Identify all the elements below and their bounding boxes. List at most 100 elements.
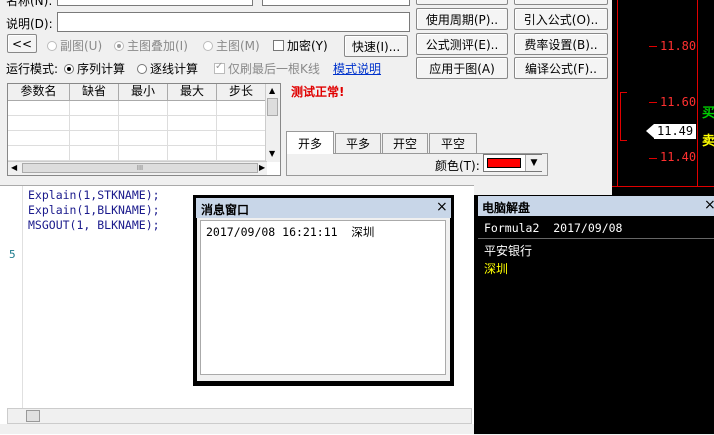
tab-close-long[interactable]: 平多 <box>335 133 381 153</box>
type-input[interactable] <box>262 0 410 6</box>
color-label: 颜色(T): <box>435 159 480 173</box>
table-row[interactable] <box>8 116 280 131</box>
price-chart[interactable]: 11.80 11.60 11.49 11.40 买 卖 <box>612 0 714 195</box>
name-input[interactable] <box>57 0 253 6</box>
overlay-radio-label: 主图叠加(I) <box>127 39 188 53</box>
formula-test-button[interactable]: 公式测评(E).. <box>416 33 508 55</box>
price-label-1160: 11.60 <box>660 95 697 109</box>
quick-button[interactable]: 快速(I)... <box>344 35 408 57</box>
param-col-name: 参数名 <box>8 84 70 100</box>
top-button-right[interactable] <box>514 0 608 5</box>
top-button-left[interactable] <box>416 0 508 5</box>
last-only-label: 仅刷最后一根K线 <box>228 62 320 76</box>
param-table[interactable]: 参数名 缺省 最小 最大 步长 ▲ ▼ ◀ III ▶ <box>7 83 281 176</box>
param-col-min: 最小 <box>119 84 168 100</box>
param-table-vscroll[interactable]: ▲ ▼ <box>265 84 280 162</box>
message-window[interactable]: 消息窗口 × 2017/09/08 16:21:11 深圳 <box>193 195 454 386</box>
code-line-2: Explain(1,BLKNAME); <box>28 203 160 217</box>
encrypt-checkbox-label: 加密(Y) <box>287 39 328 53</box>
computer-panel-titlebar[interactable]: 电脑解盘 × <box>478 196 714 216</box>
code-line-3: MSGOUT(1, BLKNAME); <box>28 218 160 232</box>
close-icon[interactable]: × <box>436 199 448 215</box>
editor-hscroll-thumb[interactable] <box>26 410 40 422</box>
run-mode-label: 运行模式: <box>6 62 59 76</box>
last-only-checkbox-box <box>214 61 225 74</box>
color-swatch <box>487 158 521 168</box>
price-tick-1 <box>649 46 657 47</box>
computer-panel-header-line: Formula2 2017/09/08 <box>484 221 623 235</box>
vscroll-up-arrow-icon[interactable]: ▲ <box>269 86 275 95</box>
series-calc-radio[interactable]: 序列计算 <box>64 60 125 77</box>
mode-help-link[interactable]: 模式说明 <box>333 60 381 77</box>
current-price-tag: 11.49 <box>654 124 696 139</box>
editor-hscroll[interactable] <box>7 408 472 424</box>
price-tick-2 <box>649 102 657 103</box>
name-label: 名称(N): <box>6 0 53 8</box>
subchart-radio-label: 副图(U) <box>60 39 103 53</box>
price-label-1180: 11.80 <box>660 39 697 53</box>
table-row[interactable] <box>8 131 280 146</box>
table-row[interactable] <box>8 146 280 161</box>
apply-to-chart-button[interactable]: 应用于图(A) <box>416 57 508 79</box>
message-window-title: 消息窗口 <box>201 203 250 217</box>
mainchart-radio[interactable]: 主图(M) <box>203 37 260 54</box>
edit-formula-button[interactable]: 编译公式(F).. <box>514 57 608 79</box>
editor-status-strip <box>0 424 474 434</box>
editor-gutter <box>0 186 23 408</box>
message-window-titlebar[interactable]: 消息窗口 × <box>196 198 451 218</box>
close-icon[interactable]: × <box>704 197 714 213</box>
tab-open-short[interactable]: 开空 <box>382 133 428 153</box>
subchart-radio[interactable]: 副图(U) <box>47 37 102 54</box>
hscroll-thumb[interactable]: III <box>22 163 258 173</box>
message-content: 2017/09/08 16:21:11 深圳 <box>200 220 446 375</box>
collapse-button[interactable]: << <box>7 34 37 53</box>
param-table-header: 参数名 缺省 最小 最大 步长 <box>8 84 280 101</box>
chart-border-line <box>617 0 618 186</box>
gutter-line-marker: 5 <box>9 248 16 261</box>
series-calc-radio-dot <box>64 64 74 74</box>
step-calc-label: 逐线计算 <box>150 62 199 76</box>
mainchart-radio-dot <box>203 41 213 51</box>
description-label: 说明(D): <box>6 17 53 31</box>
price-label-1140: 11.40 <box>660 150 697 164</box>
import-formula-button[interactable]: 引入公式(O).. <box>514 8 608 30</box>
chevron-down-icon[interactable]: ▼ <box>525 155 542 171</box>
price-pointer-icon <box>646 124 654 138</box>
buy-side-char: 买 <box>702 106 714 121</box>
computer-analysis-panel[interactable]: 电脑解盘 × Formula2 2017/09/08 平安银行 深圳 <box>474 195 714 434</box>
sell-side-char: 卖 <box>702 134 714 149</box>
computer-panel-title: 电脑解盘 <box>482 201 531 215</box>
hscroll-right-arrow-icon[interactable]: ▶ <box>259 163 265 172</box>
encrypt-checkbox-box <box>273 40 284 51</box>
overlay-radio[interactable]: 主图叠加(I) <box>114 37 188 54</box>
chart-bracket <box>620 92 627 141</box>
message-window-body: 2017/09/08 16:21:11 深圳 <box>197 218 450 381</box>
table-row[interactable] <box>8 101 280 116</box>
stock-name: 平安银行 <box>484 244 533 258</box>
mainchart-radio-label: 主图(M) <box>216 39 260 53</box>
param-table-hscroll[interactable]: ◀ III ▶ <box>8 161 267 175</box>
step-calc-radio-dot <box>137 64 147 74</box>
last-only-checkbox[interactable]: 仅刷最后一根K线 <box>214 60 320 77</box>
price-tick-4 <box>649 158 657 159</box>
current-price: 11.49 <box>657 124 694 138</box>
vscroll-down-arrow-icon[interactable]: ▼ <box>269 149 275 158</box>
tab-close-short[interactable]: 平空 <box>429 133 477 153</box>
block-name: 深圳 <box>484 262 509 276</box>
param-col-max: 最大 <box>168 84 217 100</box>
encrypt-checkbox[interactable]: 加密(Y) <box>273 37 328 54</box>
description-input[interactable] <box>57 12 410 32</box>
chart-bottom-line <box>612 186 714 187</box>
series-calc-label: 序列计算 <box>77 62 126 76</box>
step-calc-radio[interactable]: 逐线计算 <box>137 60 198 77</box>
hscroll-left-arrow-icon[interactable]: ◀ <box>11 163 17 172</box>
computer-panel-divider <box>478 238 714 239</box>
message-line: 2017/09/08 16:21:11 深圳 <box>206 225 375 239</box>
tab-open-long[interactable]: 开多 <box>286 131 334 154</box>
param-col-default: 缺省 <box>70 84 119 100</box>
use-period-button[interactable]: 使用周期(P).. <box>416 8 508 30</box>
test-status: 测试正常! <box>291 85 345 99</box>
fee-settings-button[interactable]: 费率设置(B).. <box>514 33 608 55</box>
vscroll-thumb[interactable] <box>267 98 278 116</box>
color-dropdown[interactable]: ▼ <box>483 154 542 172</box>
